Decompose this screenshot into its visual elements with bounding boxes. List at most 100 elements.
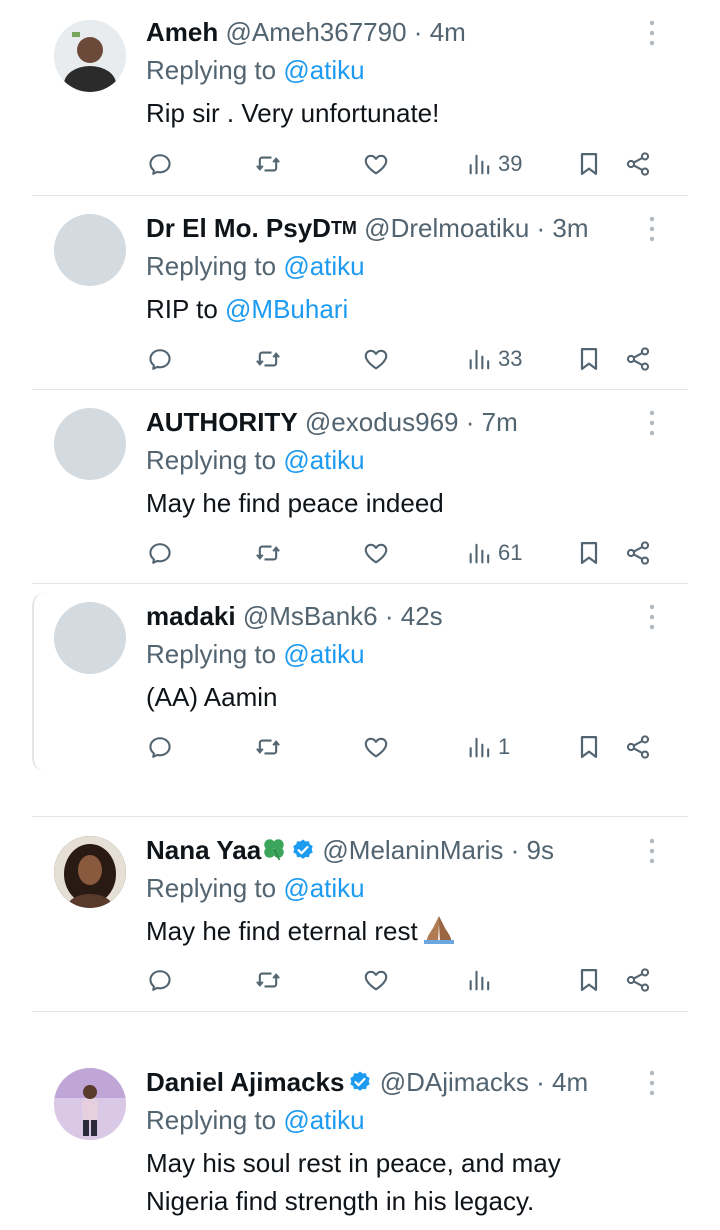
tweet-text-line: May his soul rest in peace, and may xyxy=(146,1148,561,1178)
timestamp[interactable]: 7m xyxy=(482,407,518,437)
action-bar: 1 xyxy=(0,729,720,765)
avatar[interactable] xyxy=(54,20,126,92)
more-icon[interactable] xyxy=(640,408,664,438)
share-icon xyxy=(624,150,652,178)
user-handle[interactable]: @Drelmoatiku xyxy=(364,213,529,243)
divider xyxy=(32,1011,688,1012)
replying-mention[interactable]: @atiku xyxy=(283,639,364,669)
reply-button[interactable] xyxy=(146,962,174,998)
share-button[interactable] xyxy=(624,729,652,765)
bookmark-button[interactable] xyxy=(575,146,603,182)
replying-to: Replying to @atiku xyxy=(146,52,365,88)
like-icon xyxy=(362,539,390,567)
share-button[interactable] xyxy=(624,535,652,571)
share-icon xyxy=(624,966,652,994)
reply-button[interactable] xyxy=(146,535,174,571)
like-button[interactable] xyxy=(362,729,390,765)
avatar[interactable] xyxy=(54,408,126,480)
share-button[interactable] xyxy=(624,341,652,377)
replying-mention[interactable]: @atiku xyxy=(283,873,364,903)
display-name[interactable]: Nana Yaa xyxy=(146,835,261,865)
reply-button[interactable] xyxy=(146,729,174,765)
separator: · xyxy=(536,1067,545,1097)
separator: · xyxy=(384,601,394,631)
replying-mention[interactable]: @atiku xyxy=(283,1105,364,1135)
retweet-button[interactable] xyxy=(254,146,282,182)
reply-icon xyxy=(146,150,174,178)
more-icon[interactable] xyxy=(640,602,664,632)
like-button[interactable] xyxy=(362,535,390,571)
replying-to: Replying to @atiku xyxy=(146,442,365,478)
divider xyxy=(32,583,688,584)
share-button[interactable] xyxy=(624,146,652,182)
avatar[interactable] xyxy=(54,1068,126,1140)
like-button[interactable] xyxy=(362,962,390,998)
timestamp[interactable]: 3m xyxy=(552,213,588,243)
replying-to: Replying to @atiku xyxy=(146,636,365,672)
views-button[interactable] xyxy=(466,962,498,998)
reply-icon xyxy=(146,966,174,994)
user-handle[interactable]: @MsBank6 xyxy=(243,601,378,631)
tweet-text: May he find eternal rest xyxy=(146,912,666,950)
divider xyxy=(32,816,688,817)
tweet-text: May he find peace indeed xyxy=(146,488,444,518)
display-name[interactable]: madaki xyxy=(146,601,236,631)
reply-button[interactable] xyxy=(146,341,174,377)
tweet-text-mention[interactable]: @MBuhari xyxy=(225,294,348,324)
avatar[interactable] xyxy=(54,602,126,674)
like-button[interactable] xyxy=(362,146,390,182)
views-icon xyxy=(466,539,494,567)
more-icon[interactable] xyxy=(640,214,664,244)
replying-prefix: Replying to xyxy=(146,251,277,281)
avatar[interactable] xyxy=(54,214,126,286)
user-handle[interactable]: @Ameh367790 xyxy=(225,17,406,47)
bookmark-icon xyxy=(575,966,603,994)
like-icon xyxy=(362,345,390,373)
share-icon xyxy=(624,539,652,567)
views-button[interactable]: 61 xyxy=(466,535,522,571)
like-icon xyxy=(362,733,390,761)
replying-mention[interactable]: @atiku xyxy=(283,55,364,85)
more-icon[interactable] xyxy=(640,836,664,866)
bookmark-button[interactable] xyxy=(575,729,603,765)
avatar[interactable] xyxy=(54,836,126,908)
retweet-button[interactable] xyxy=(254,962,282,998)
verified-icon xyxy=(348,1070,372,1094)
four-leaf-clover-icon xyxy=(264,839,284,861)
display-name[interactable]: Ameh xyxy=(146,17,218,47)
reply-button[interactable] xyxy=(146,146,174,182)
display-name[interactable]: AUTHORITY xyxy=(146,407,298,437)
bookmark-button[interactable] xyxy=(575,962,603,998)
timestamp[interactable]: 42s xyxy=(401,601,443,631)
share-button[interactable] xyxy=(624,962,652,998)
retweet-button[interactable] xyxy=(254,535,282,571)
timestamp[interactable]: 9s xyxy=(527,835,554,865)
like-button[interactable] xyxy=(362,341,390,377)
views-button[interactable]: 39 xyxy=(466,146,522,182)
views-icon xyxy=(466,150,494,178)
action-bar: 39 xyxy=(0,146,720,182)
views-button[interactable]: 33 xyxy=(466,341,522,377)
user-handle[interactable]: @exodus969 xyxy=(305,407,459,437)
timestamp[interactable]: 4m xyxy=(430,17,466,47)
retweet-icon xyxy=(254,966,282,994)
retweet-button[interactable] xyxy=(254,341,282,377)
tweet-text-line: Nigeria find strength in his legacy. xyxy=(146,1186,535,1216)
replying-prefix: Replying to xyxy=(146,1105,277,1135)
views-button[interactable]: 1 xyxy=(466,729,510,765)
replying-mention[interactable]: @atiku xyxy=(283,251,364,281)
timestamp[interactable]: 4m xyxy=(552,1067,588,1097)
display-name[interactable]: Daniel Ajimacks xyxy=(146,1067,344,1097)
bookmark-button[interactable] xyxy=(575,535,603,571)
more-icon[interactable] xyxy=(640,18,664,48)
user-handle[interactable]: @DAjimacks xyxy=(380,1067,529,1097)
tweet-text-prefix: RIP to xyxy=(146,294,218,324)
user-handle[interactable]: @MelaninMaris xyxy=(322,835,503,865)
retweet-icon xyxy=(254,539,282,567)
display-name[interactable]: Dr El Mo. PsyD xyxy=(146,213,331,243)
bookmark-button[interactable] xyxy=(575,341,603,377)
action-bar: 33 xyxy=(0,341,720,377)
more-icon[interactable] xyxy=(640,1068,664,1098)
retweet-button[interactable] xyxy=(254,729,282,765)
replying-mention[interactable]: @atiku xyxy=(283,445,364,475)
